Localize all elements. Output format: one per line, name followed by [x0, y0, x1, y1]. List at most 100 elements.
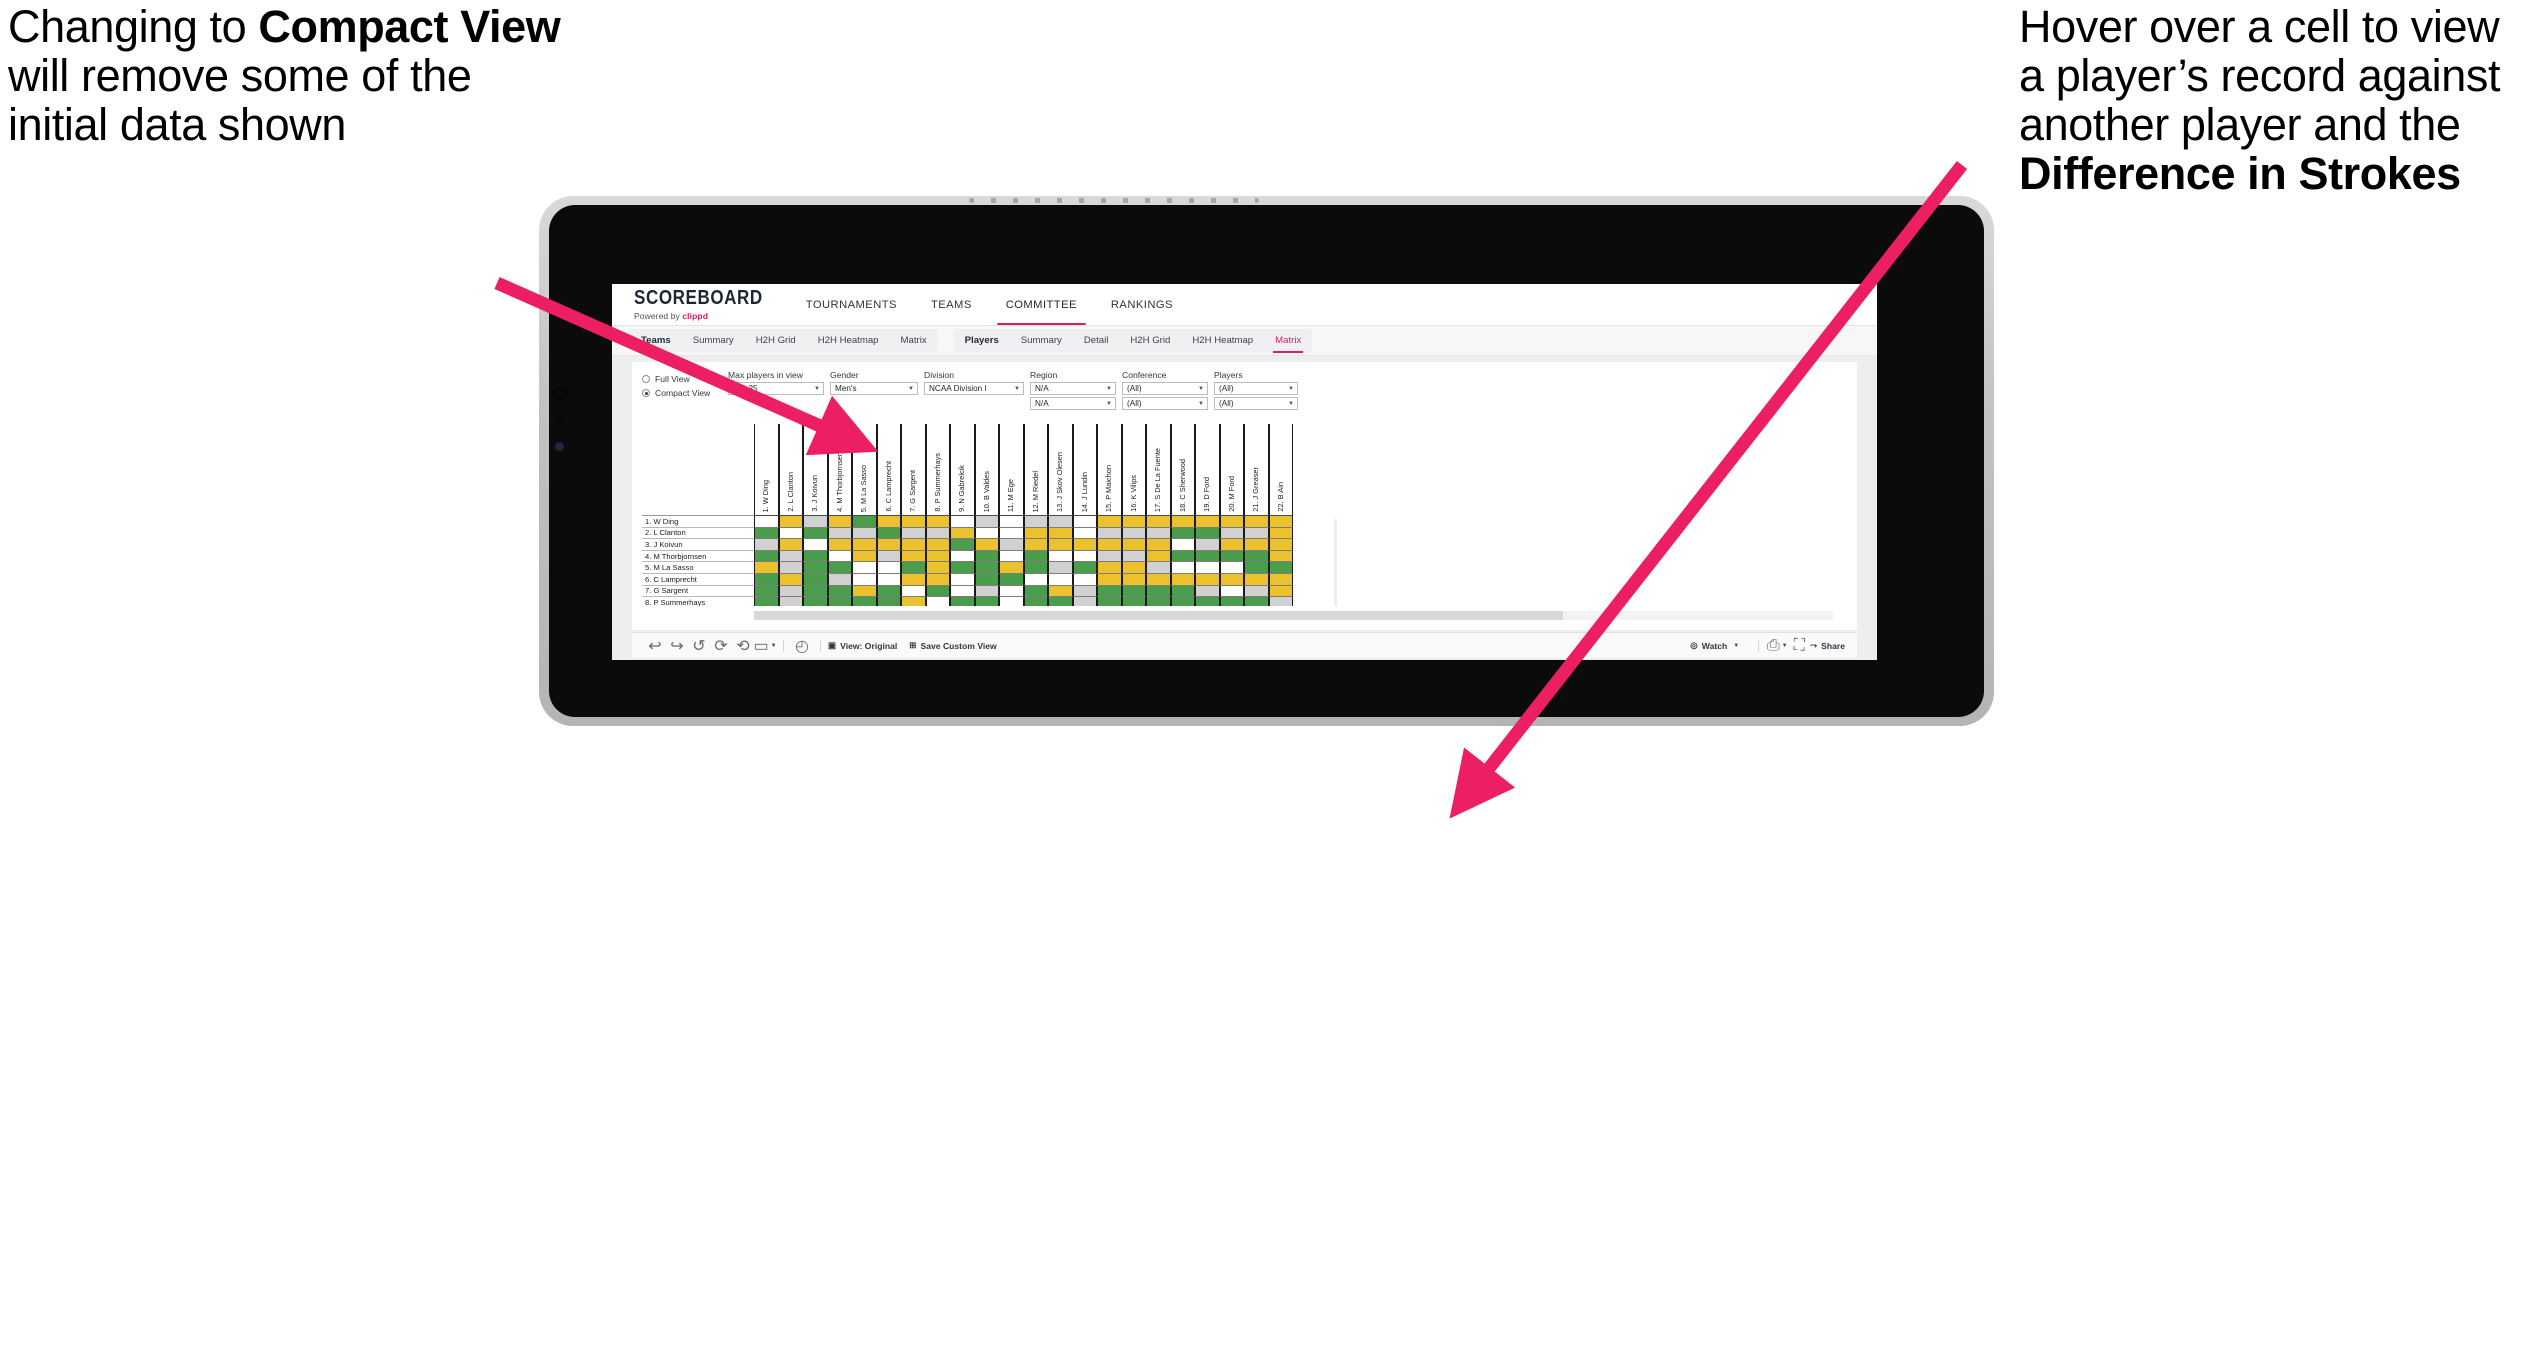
matrix-cell[interactable] — [803, 550, 828, 563]
matrix-cell[interactable] — [1268, 573, 1293, 586]
matrix-cell[interactable] — [1146, 573, 1171, 586]
horizontal-scrollbar-thumb[interactable] — [754, 611, 1564, 620]
matrix-cell[interactable] — [1268, 550, 1293, 563]
matrix-row-label[interactable]: 7. G Sargent — [642, 585, 754, 598]
h2h-matrix[interactable]: 1. W Ding 2. L Clanton 3. J Koivun 4. M Tho… — [642, 424, 1293, 606]
matrix-cell[interactable] — [974, 539, 999, 551]
matrix-cell[interactable] — [1048, 527, 1073, 540]
matrix-cell[interactable] — [1244, 585, 1269, 598]
matrix-row-label[interactable]: 3. J Koivun — [642, 539, 754, 551]
top-nav-committee[interactable]: COMMITTEE — [989, 284, 1094, 325]
matrix-cell[interactable] — [1023, 527, 1048, 540]
matrix-cell[interactable] — [1146, 539, 1171, 551]
matrix-cell[interactable] — [1219, 550, 1244, 563]
matrix-cell[interactable] — [803, 573, 828, 586]
matrix-cell[interactable] — [1170, 562, 1195, 574]
matrix-cell[interactable] — [1121, 516, 1146, 528]
matrix-cell[interactable] — [778, 573, 803, 586]
matrix-cell[interactable] — [1023, 550, 1048, 563]
matrix-cell[interactable] — [1023, 597, 1048, 606]
matrix-cell[interactable] — [1146, 516, 1171, 528]
matrix-cell[interactable] — [1072, 573, 1097, 586]
matrix-column-header[interactable]: 5. M La Sasso — [852, 424, 877, 516]
save-custom-view-button[interactable]: ⊞ Save Custom View — [909, 640, 996, 651]
filter-max-players-select[interactable]: Top 25 ▼ — [728, 382, 824, 395]
view-original-button[interactable]: ▣ View: Original — [828, 640, 897, 651]
redo-icon[interactable]: ↪ — [666, 635, 688, 657]
brand-logo[interactable]: SCOREBOARD Powered by clippd — [612, 284, 763, 325]
matrix-column-header[interactable]: 1. W Ding — [754, 424, 779, 516]
matrix-column-header[interactable]: 18. C Sherwood — [1170, 424, 1195, 516]
matrix-cell[interactable] — [852, 585, 877, 598]
matrix-cell[interactable] — [901, 550, 926, 563]
matrix-cell[interactable] — [876, 527, 901, 540]
matrix-row-label[interactable]: 5. M La Sasso — [642, 562, 754, 574]
matrix-cell[interactable] — [1170, 573, 1195, 586]
matrix-cell[interactable] — [1219, 585, 1244, 598]
matrix-column-header[interactable]: 22. B Ain — [1268, 424, 1293, 516]
matrix-cell[interactable] — [999, 539, 1024, 551]
matrix-cell[interactable] — [901, 562, 926, 574]
matrix-cell[interactable] — [974, 597, 999, 606]
matrix-cell[interactable] — [999, 516, 1024, 528]
top-nav-rankings[interactable]: RANKINGS — [1094, 284, 1190, 325]
matrix-cell[interactable] — [876, 539, 901, 551]
matrix-cell[interactable] — [950, 550, 975, 563]
matrix-cell[interactable] — [1121, 585, 1146, 598]
matrix-cell[interactable] — [827, 597, 852, 606]
matrix-cell[interactable] — [1146, 527, 1171, 540]
watch-button[interactable]: ◎ Watch ▼ — [1690, 640, 1739, 651]
sub-tab-teams-h2h-heatmap[interactable]: H2H Heatmap — [807, 329, 890, 352]
matrix-cell[interactable] — [1195, 562, 1220, 574]
matrix-column-header[interactable]: 9. N Gabrelcik — [950, 424, 975, 516]
matrix-cell[interactable] — [1219, 539, 1244, 551]
matrix-cell[interactable] — [999, 597, 1024, 606]
matrix-cell[interactable] — [1023, 516, 1048, 528]
matrix-column-header[interactable]: 16. K Vilips — [1121, 424, 1146, 516]
matrix-cell[interactable] — [852, 597, 877, 606]
matrix-cell[interactable] — [778, 550, 803, 563]
matrix-cell[interactable] — [1121, 597, 1146, 606]
revert-icon[interactable]: ↺ — [688, 635, 710, 657]
matrix-cell[interactable] — [1268, 516, 1293, 528]
matrix-cell[interactable] — [925, 573, 950, 586]
matrix-cell[interactable] — [778, 597, 803, 606]
matrix-cell[interactable] — [827, 550, 852, 563]
matrix-cell[interactable] — [1023, 539, 1048, 551]
matrix-cell[interactable] — [803, 585, 828, 598]
matrix-cell[interactable] — [901, 516, 926, 528]
pause-refresh-icon[interactable]: ⟲ — [732, 635, 754, 657]
matrix-cell[interactable] — [1097, 585, 1122, 598]
filter-conference-select[interactable]: (All) ▼ — [1122, 382, 1208, 395]
matrix-cell[interactable] — [1244, 597, 1269, 606]
matrix-cell[interactable] — [1244, 527, 1269, 540]
sub-tab-teams-h2h-grid[interactable]: H2H Grid — [745, 329, 807, 352]
matrix-cell[interactable] — [803, 527, 828, 540]
matrix-cell[interactable] — [876, 550, 901, 563]
matrix-cell[interactable] — [1170, 527, 1195, 540]
matrix-cell[interactable] — [950, 516, 975, 528]
matrix-cell[interactable] — [1097, 573, 1122, 586]
matrix-column-header[interactable]: 2. L Clanton — [778, 424, 803, 516]
matrix-cell[interactable] — [827, 585, 852, 598]
matrix-cell[interactable] — [852, 527, 877, 540]
matrix-cell[interactable] — [925, 516, 950, 528]
matrix-row-label[interactable]: 2. L Clanton — [642, 527, 754, 540]
matrix-cell[interactable] — [754, 539, 779, 551]
radio-compact-view[interactable]: Compact View — [642, 386, 728, 400]
undo-icon[interactable]: ↩ — [644, 635, 666, 657]
matrix-column-header[interactable]: 20. M Ford — [1219, 424, 1244, 516]
matrix-cell[interactable] — [827, 527, 852, 540]
matrix-cell[interactable] — [1048, 573, 1073, 586]
matrix-cell[interactable] — [1195, 573, 1220, 586]
matrix-cell[interactable] — [1195, 550, 1220, 563]
matrix-cell[interactable] — [754, 573, 779, 586]
horizontal-scrollbar[interactable] — [754, 611, 1833, 620]
matrix-cell[interactable] — [974, 562, 999, 574]
matrix-column-header[interactable]: 8. P Summerhays — [925, 424, 950, 516]
matrix-column-header[interactable]: 13. J Skov Olesen — [1048, 424, 1073, 516]
matrix-cell[interactable] — [925, 539, 950, 551]
matrix-cell[interactable] — [1195, 585, 1220, 598]
matrix-cell[interactable] — [1072, 597, 1097, 606]
matrix-cell[interactable] — [778, 562, 803, 574]
